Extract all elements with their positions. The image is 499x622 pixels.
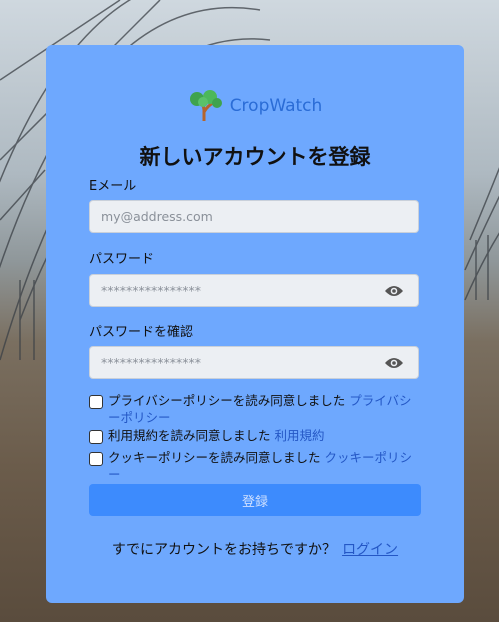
email-field[interactable] xyxy=(89,200,419,233)
cookie-agreement-text: クッキーポリシーを読み同意しました xyxy=(108,450,321,465)
privacy-agreement: プライバシーポリシーを読み同意しました プライバシーポリシー xyxy=(89,392,419,426)
brand-name: CropWatch xyxy=(229,96,323,116)
cookie-checkbox[interactable] xyxy=(89,452,103,466)
password-field[interactable] xyxy=(89,274,419,307)
cookie-agreement: クッキーポリシーを読み同意しました クッキーポリシー xyxy=(89,449,419,483)
terms-agreement: 利用規約を読み同意しました 利用規約 xyxy=(89,427,419,444)
login-prompt-text: すでにアカウントをお持ちですか？ xyxy=(111,542,337,558)
eye-icon[interactable] xyxy=(384,284,404,298)
login-link[interactable]: ログイン xyxy=(342,542,398,558)
eye-icon[interactable] xyxy=(384,356,404,370)
confirm-password-field[interactable] xyxy=(89,346,419,379)
register-button[interactable]: 登録 xyxy=(89,484,421,516)
brand: CropWatch xyxy=(46,90,464,121)
terms-agreement-text: 利用規約を読み同意しました xyxy=(108,428,271,443)
password-input[interactable] xyxy=(99,282,409,299)
tree-logo-icon xyxy=(189,90,222,121)
register-card: CropWatch 新しいアカウントを登録 Eメール パスワード パスワードを確… xyxy=(46,45,464,603)
password-label: パスワード xyxy=(89,252,155,267)
confirm-password-label: パスワードを確認 xyxy=(89,325,194,340)
terms-checkbox[interactable] xyxy=(89,430,103,444)
confirm-password-input[interactable] xyxy=(99,354,409,371)
email-input[interactable] xyxy=(99,208,409,225)
login-prompt: すでにアカウントをお持ちですか？ ログイン xyxy=(46,539,464,559)
privacy-checkbox[interactable] xyxy=(89,395,103,409)
email-label: Eメール xyxy=(89,179,137,194)
privacy-agreement-text: プライバシーポリシーを読み同意しました xyxy=(108,393,346,408)
terms-link[interactable]: 利用規約 xyxy=(275,428,325,443)
page-title: 新しいアカウントを登録 xyxy=(139,145,371,169)
